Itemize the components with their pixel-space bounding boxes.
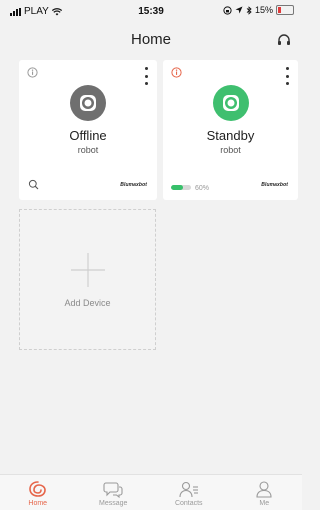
battery-level-fill bbox=[171, 185, 183, 190]
tab-contacts[interactable]: Contacts bbox=[151, 475, 227, 510]
message-icon bbox=[103, 482, 123, 498]
more-menu-icon[interactable] bbox=[141, 66, 151, 86]
add-device-button[interactable]: Add Device bbox=[19, 209, 156, 350]
brand-logo: Blumaxbot bbox=[120, 182, 147, 188]
robot-icon bbox=[212, 85, 249, 121]
tab-label: Contacts bbox=[174, 500, 203, 507]
lock-rotation-icon bbox=[223, 5, 232, 15]
tab-bar: Home Message Contacts Me bbox=[0, 474, 302, 510]
device-status: Offline bbox=[69, 128, 107, 143]
tab-me[interactable]: Me bbox=[227, 475, 303, 510]
info-icon[interactable] bbox=[171, 67, 182, 78]
status-right: 15% bbox=[223, 5, 294, 15]
more-menu-icon[interactable] bbox=[282, 66, 292, 86]
person-icon bbox=[256, 481, 272, 498]
device-name: robot bbox=[220, 145, 241, 155]
page-title: Home bbox=[130, 31, 171, 48]
plus-icon bbox=[70, 253, 105, 287]
add-device-label: Add Device bbox=[64, 298, 111, 308]
battery-level-text: 60% bbox=[195, 185, 210, 192]
battery-level-bar bbox=[171, 185, 191, 190]
robot-icon bbox=[70, 85, 106, 121]
tab-message[interactable]: Message bbox=[76, 475, 152, 510]
battery-icon bbox=[276, 5, 294, 15]
device-card-standby[interactable]: Standby robot 60% Blumaxbot bbox=[163, 60, 298, 200]
tab-label: Home bbox=[28, 500, 48, 507]
brand-logo: Blumaxbot bbox=[261, 182, 288, 188]
battery-percent: 15% bbox=[254, 5, 273, 15]
home-icon bbox=[28, 481, 46, 497]
bluetooth-icon bbox=[246, 5, 252, 15]
info-icon[interactable] bbox=[27, 67, 38, 78]
device-card-offline[interactable]: Offline robot Blumaxbot bbox=[19, 60, 157, 200]
header: Home bbox=[0, 22, 302, 56]
headset-icon[interactable] bbox=[276, 32, 292, 48]
search-icon[interactable] bbox=[28, 179, 39, 190]
location-icon bbox=[235, 6, 243, 14]
device-name: robot bbox=[77, 145, 99, 155]
contacts-icon bbox=[179, 481, 198, 498]
status-bar: PLAY 15:39 15% bbox=[0, 0, 302, 22]
tab-label: Me bbox=[259, 500, 270, 507]
device-status: Standby bbox=[206, 128, 255, 143]
tab-home[interactable]: Home bbox=[0, 475, 76, 510]
tab-label: Message bbox=[99, 500, 128, 507]
